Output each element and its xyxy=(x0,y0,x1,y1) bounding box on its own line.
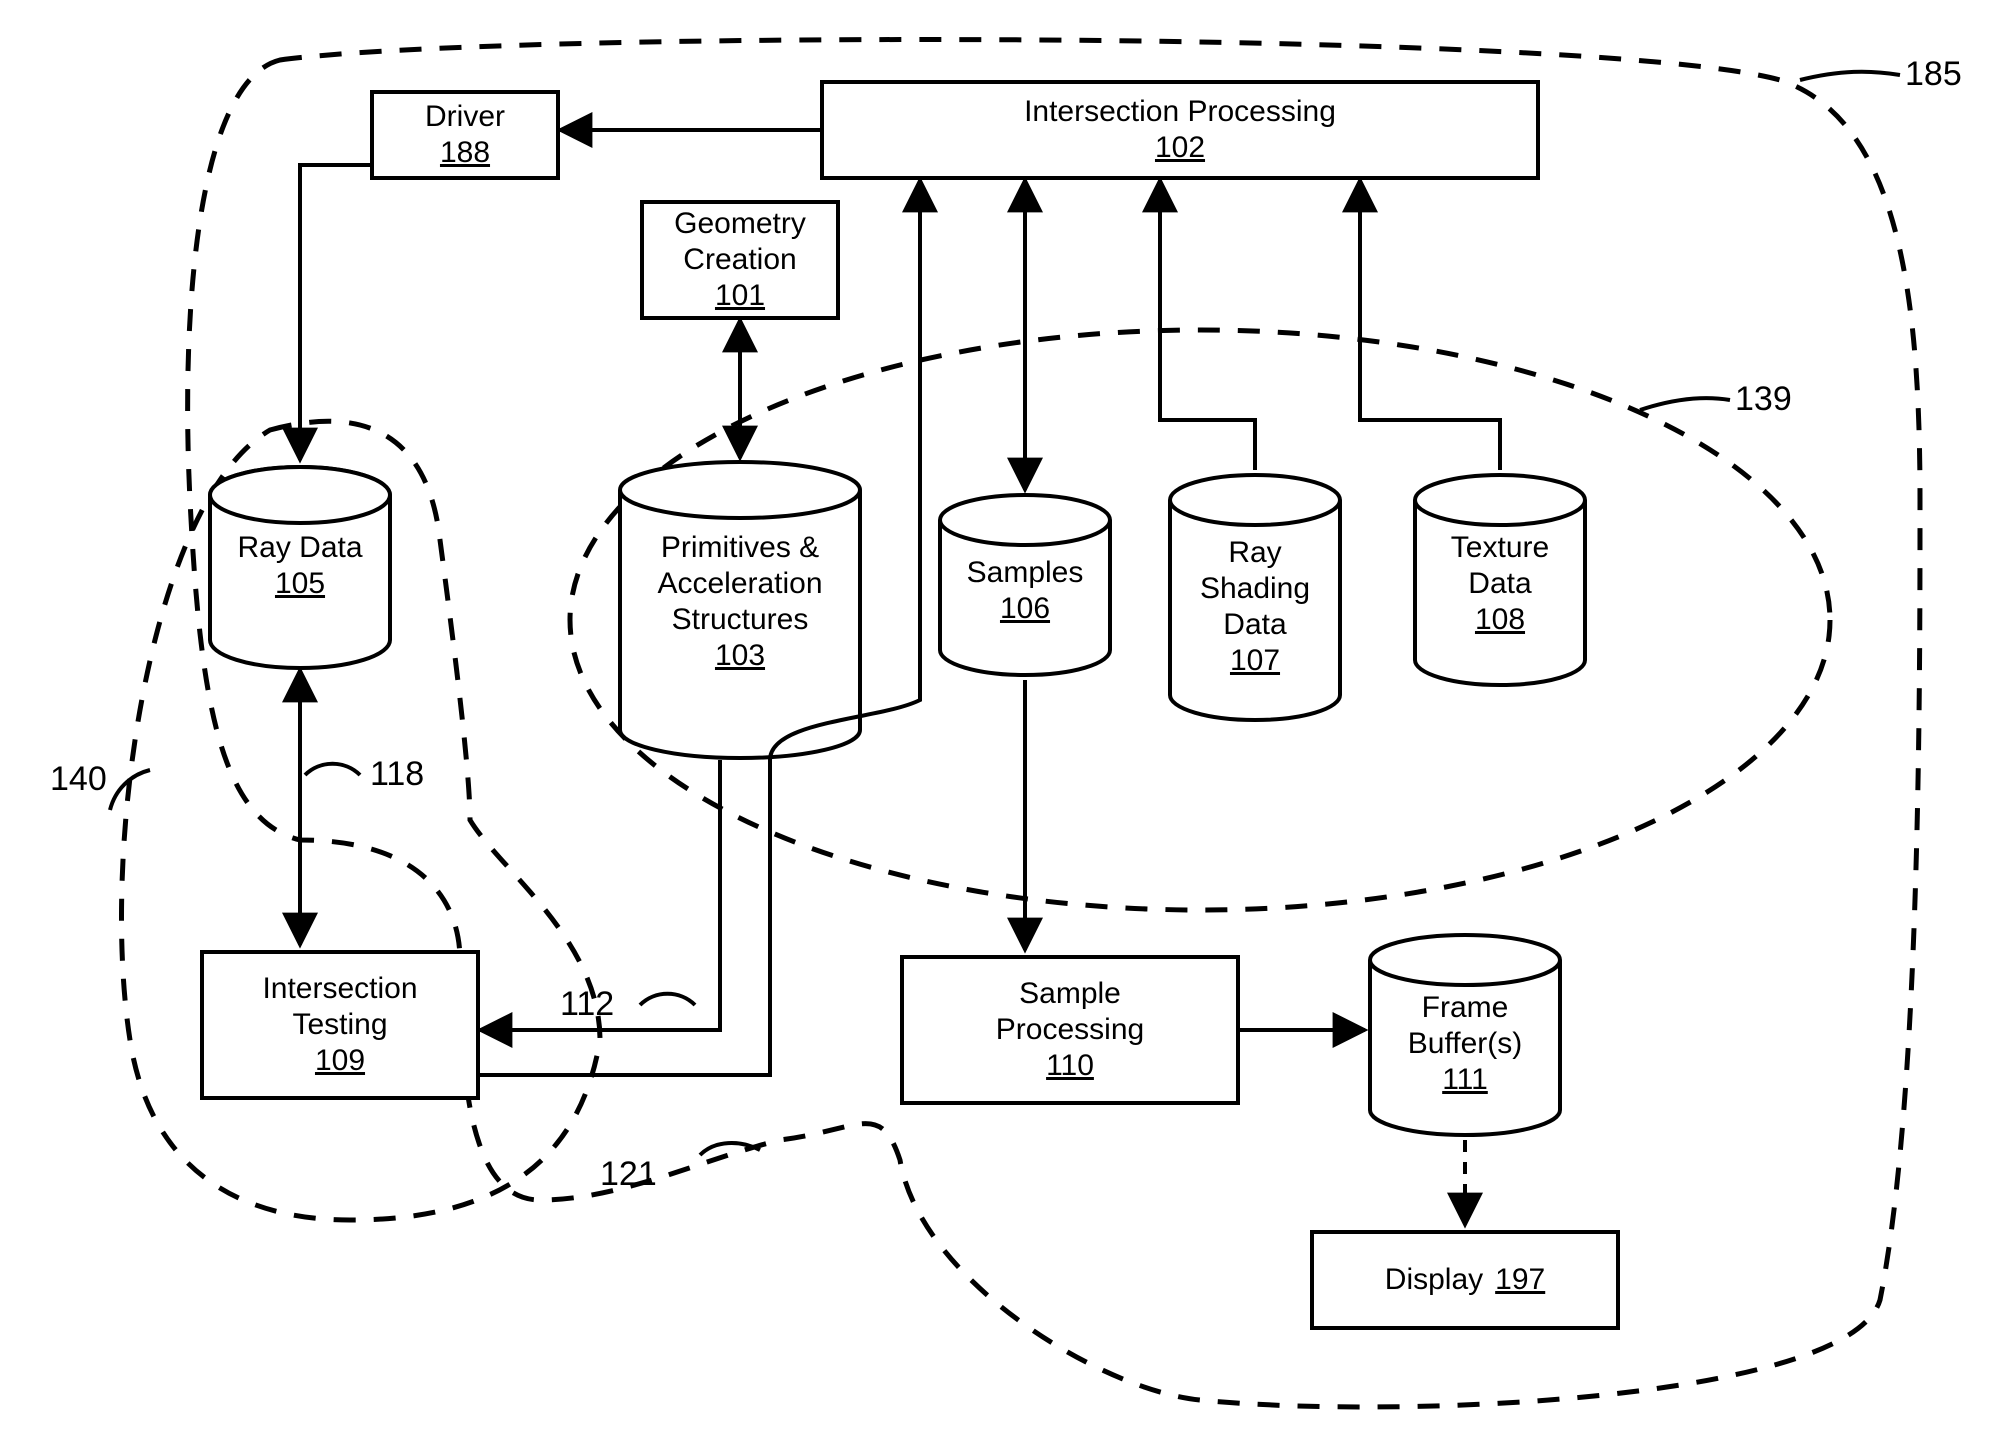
diagram-svg xyxy=(0,0,1997,1434)
text-ray-shading: Ray Shading Data 107 xyxy=(1170,535,1340,679)
ray-data-ref: 105 xyxy=(275,566,325,602)
boundary-185 xyxy=(188,40,1920,1407)
text-samples: Samples 106 xyxy=(940,555,1110,627)
intersection-processing-label: Intersection Processing xyxy=(1024,94,1336,130)
text-frame-buffer: Frame Buffer(s) 111 xyxy=(1370,990,1560,1098)
intersection-testing-ref: 109 xyxy=(315,1043,365,1079)
ref-121: 121 xyxy=(600,1155,657,1194)
ref-185: 185 xyxy=(1905,55,1962,94)
ref-139: 139 xyxy=(1735,380,1792,419)
frame-buffer-ref: 111 xyxy=(1442,1062,1488,1098)
sample-processing-label: Sample Processing xyxy=(996,976,1144,1048)
box-geometry-creation: Geometry Creation 101 xyxy=(640,200,840,320)
box-sample-processing: Sample Processing 110 xyxy=(900,955,1240,1105)
samples-label: Samples xyxy=(967,555,1084,591)
prim-accel-ref: 103 xyxy=(715,638,765,674)
samples-ref: 106 xyxy=(1000,591,1050,627)
intersection-processing-ref: 102 xyxy=(1155,130,1205,166)
intersection-testing-label: Intersection Testing xyxy=(262,971,417,1043)
driver-ref: 188 xyxy=(440,135,490,171)
texture-data-label: Texture Data xyxy=(1451,530,1549,602)
box-intersection-testing: Intersection Testing 109 xyxy=(200,950,480,1100)
box-display: Display 197 xyxy=(1310,1230,1620,1330)
sample-processing-ref: 110 xyxy=(1046,1048,1094,1084)
ref-140: 140 xyxy=(50,760,107,799)
text-ray-data: Ray Data 105 xyxy=(210,530,390,602)
geometry-creation-label: Geometry Creation xyxy=(674,206,806,278)
display-label: Display xyxy=(1385,1262,1483,1298)
text-prim-accel: Primitives & Acceleration Structures 103 xyxy=(620,530,860,674)
prim-accel-label: Primitives & Acceleration Structures xyxy=(657,530,822,638)
display-ref: 197 xyxy=(1495,1262,1545,1298)
geometry-creation-ref: 101 xyxy=(715,278,765,314)
diagram-canvas: Driver 188 Intersection Processing 102 G… xyxy=(0,0,1997,1434)
box-intersection-processing: Intersection Processing 102 xyxy=(820,80,1540,180)
ref-112: 112 xyxy=(560,985,614,1024)
box-driver: Driver 188 xyxy=(370,90,560,180)
frame-buffer-label: Frame Buffer(s) xyxy=(1408,990,1522,1062)
ref-118: 118 xyxy=(370,755,424,794)
driver-label: Driver xyxy=(425,99,505,135)
texture-data-ref: 108 xyxy=(1475,602,1525,638)
text-texture-data: Texture Data 108 xyxy=(1415,530,1585,638)
ray-shading-label: Ray Shading Data xyxy=(1200,535,1310,643)
ray-data-label: Ray Data xyxy=(237,530,362,566)
ray-shading-ref: 107 xyxy=(1230,643,1280,679)
